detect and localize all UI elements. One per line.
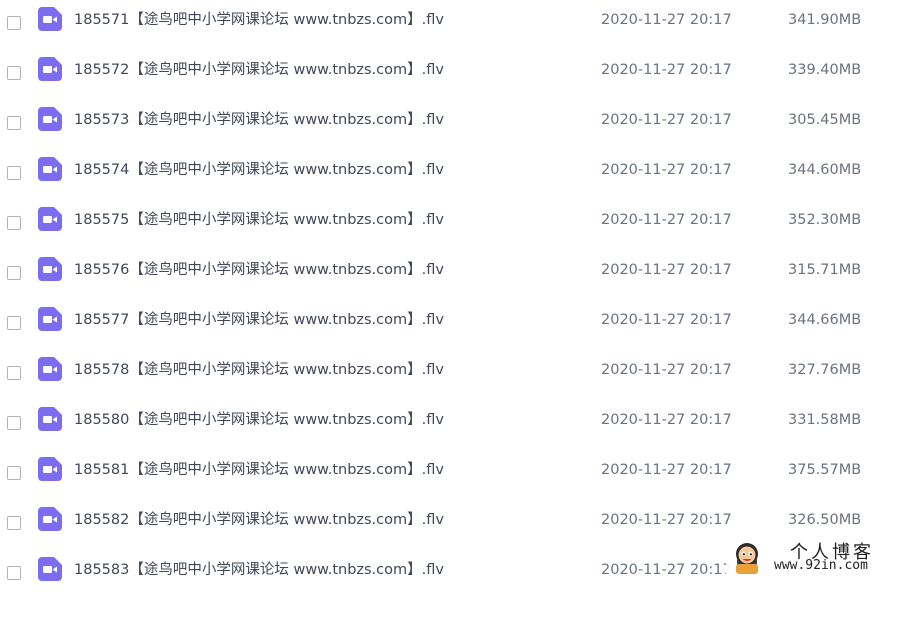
video-file-icon — [38, 307, 62, 331]
file-date: 2020-11-27 20:17 — [601, 162, 732, 178]
file-date: 2020-11-27 20:17 — [601, 112, 732, 128]
file-name[interactable]: 185573【途鸟吧中小学网课论坛 www.tnbzs.com】.flv — [74, 110, 444, 130]
file-name[interactable]: 185580【途鸟吧中小学网课论坛 www.tnbzs.com】.flv — [74, 410, 444, 430]
select-checkbox[interactable] — [7, 66, 21, 80]
file-name[interactable]: 185574【途鸟吧中小学网课论坛 www.tnbzs.com】.flv — [74, 160, 444, 180]
file-name[interactable]: 185578【途鸟吧中小学网课论坛 www.tnbzs.com】.flv — [74, 360, 444, 380]
file-date: 2020-11-27 20:17 — [601, 62, 732, 78]
file-date: 2020-11-27 20:17 — [601, 212, 732, 228]
file-size: 344.66MB — [788, 312, 862, 328]
select-checkbox[interactable] — [7, 466, 21, 480]
file-name[interactable]: 185581【途鸟吧中小学网课论坛 www.tnbzs.com】.flv — [74, 460, 444, 480]
select-checkbox[interactable] — [7, 316, 21, 330]
file-size: 375.57MB — [788, 462, 862, 478]
select-checkbox[interactable] — [7, 516, 21, 530]
file-name[interactable]: 185575【途鸟吧中小学网课论坛 www.tnbzs.com】.flv — [74, 210, 444, 230]
file-size: 327.76MB — [788, 362, 862, 378]
video-file-icon — [38, 157, 62, 181]
file-date: 2020-11-27 20:17 — [601, 262, 732, 278]
file-name[interactable]: 185576【途鸟吧中小学网课论坛 www.tnbzs.com】.flv — [74, 260, 444, 280]
video-file-icon — [38, 357, 62, 381]
cartoon-mascot-icon — [736, 543, 758, 574]
file-name[interactable]: 185571【途鸟吧中小学网课论坛 www.tnbzs.com】.flv — [74, 10, 444, 30]
video-file-icon — [38, 7, 62, 31]
file-date: 2020-11-27 20:17 — [601, 462, 732, 478]
file-date: 2020-11-27 20:17 — [601, 312, 732, 328]
select-checkbox[interactable] — [7, 166, 21, 180]
file-date: 2020-11-27 20:17 — [601, 562, 732, 578]
video-file-icon — [38, 557, 62, 581]
file-name[interactable]: 185582【途鸟吧中小学网课论坛 www.tnbzs.com】.flv — [74, 510, 444, 530]
file-date: 2020-11-27 20:17 — [601, 412, 732, 428]
blog-watermark: 个人博客 www.92in.com — [726, 536, 922, 578]
watermark-url: www.92in.com — [774, 558, 868, 573]
select-checkbox[interactable] — [7, 216, 21, 230]
select-checkbox[interactable] — [7, 366, 21, 380]
file-size: 344.60MB — [788, 162, 862, 178]
file-size: 315.71MB — [788, 262, 862, 278]
file-name[interactable]: 185583【途鸟吧中小学网课论坛 www.tnbzs.com】.flv — [74, 560, 444, 580]
video-file-icon — [38, 207, 62, 231]
file-list: 185571【途鸟吧中小学网课论坛 www.tnbzs.com】.flv 202… — [0, 0, 924, 581]
file-date: 2020-11-27 20:17 — [601, 362, 732, 378]
video-file-icon — [38, 507, 62, 531]
file-size: 339.40MB — [788, 62, 862, 78]
video-file-icon — [38, 407, 62, 431]
video-file-icon — [38, 457, 62, 481]
video-file-icon — [38, 107, 62, 131]
file-name[interactable]: 185577【途鸟吧中小学网课论坛 www.tnbzs.com】.flv — [74, 310, 444, 330]
video-file-icon — [38, 257, 62, 281]
file-size: 341.90MB — [788, 12, 862, 28]
file-size: 352.30MB — [788, 212, 862, 228]
file-size: 305.45MB — [788, 112, 862, 128]
select-checkbox[interactable] — [7, 266, 21, 280]
file-name[interactable]: 185572【途鸟吧中小学网课论坛 www.tnbzs.com】.flv — [74, 60, 444, 80]
file-date: 2020-11-27 20:17 — [601, 12, 732, 28]
select-checkbox[interactable] — [7, 566, 21, 580]
select-checkbox[interactable] — [7, 416, 21, 430]
select-checkbox[interactable] — [7, 116, 21, 130]
file-size: 331.58MB — [788, 412, 862, 428]
video-file-icon — [38, 57, 62, 81]
file-size: 326.50MB — [788, 512, 862, 528]
file-date: 2020-11-27 20:17 — [601, 512, 732, 528]
select-checkbox[interactable] — [7, 16, 21, 30]
